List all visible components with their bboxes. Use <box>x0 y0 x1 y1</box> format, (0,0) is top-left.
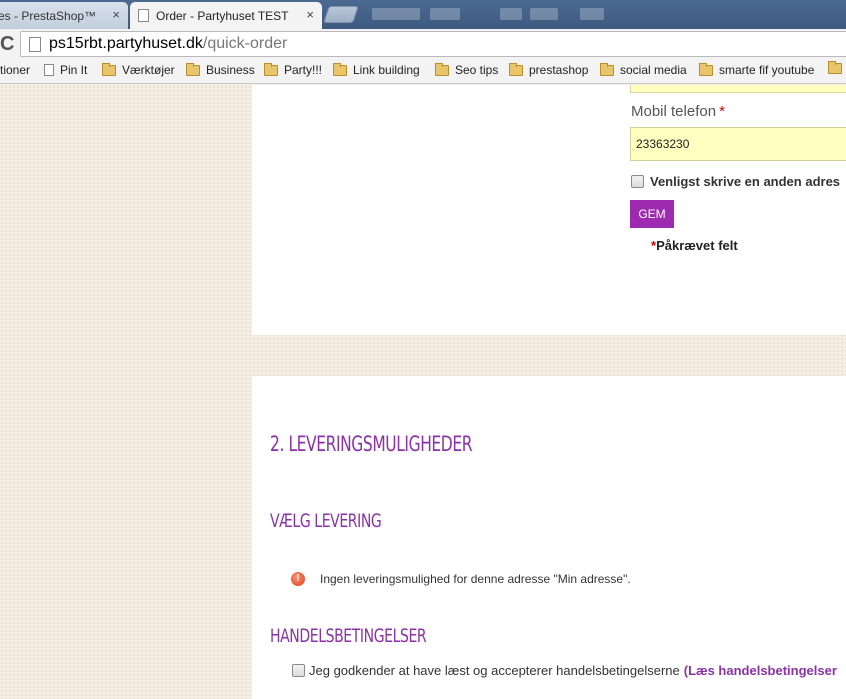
warning-text: Ingen leveringsmulighed for denne adress… <box>320 572 631 586</box>
terms-text: Jeg godkender at have læst og accepterer… <box>309 663 680 678</box>
no-delivery-warning: ! Ingen leveringsmulighed for denne adre… <box>291 572 631 586</box>
folder-icon <box>264 62 278 76</box>
window-controls-blur <box>580 8 604 20</box>
page-icon <box>44 64 54 76</box>
bookmark-label: social media <box>620 63 687 77</box>
folder-icon <box>699 62 713 76</box>
alt-address-option[interactable]: Venligst skrive en anden adres <box>631 174 840 189</box>
bookmark-label: prestashop <box>529 63 589 77</box>
folder-icon <box>435 62 449 76</box>
terms-heading: HANDELSBETINGELSER <box>270 625 427 647</box>
required-note-text: Påkrævet felt <box>656 238 738 253</box>
terms-checkbox[interactable] <box>292 664 305 677</box>
delivery-options-heading: 2. LEVERINGSMULIGHEDER <box>270 432 473 456</box>
browser-toolbar: C ps15rbt.partyhuset.dk/quick-order <box>0 29 846 59</box>
bookmarks-bar: tioner Pin It Værktøjer Business Party!!… <box>0 59 846 84</box>
bookmark-label: Pin It <box>60 63 88 77</box>
url-host: ps15rbt.partyhuset.dk <box>49 35 203 52</box>
window-controls-blur <box>372 8 420 20</box>
bookmark-folder[interactable]: Party!!! <box>264 62 323 77</box>
bookmark-folder[interactable]: Seo tips <box>435 62 499 77</box>
page-icon <box>29 36 41 52</box>
url-path: /quick-order <box>202 35 288 52</box>
page-viewport: Mobil telefon * 23363230 Venligst skrive … <box>0 85 846 699</box>
required-field-note: *Påkrævet felt <box>651 238 738 253</box>
bookmark-label: Party!!! <box>284 63 323 77</box>
close-icon[interactable]: × <box>112 7 120 22</box>
alt-address-label: Venligst skrive en anden adres <box>650 174 841 189</box>
bookmark-folder[interactable]: Business <box>186 62 255 77</box>
bookmark-label: Link building <box>353 63 420 77</box>
window-controls-blur <box>430 8 460 20</box>
previous-input-field[interactable] <box>630 85 846 93</box>
new-tab-button[interactable] <box>323 6 359 23</box>
bookmark-label: tioner <box>0 63 31 77</box>
bookmark-folder[interactable]: Link building <box>333 62 420 77</box>
alt-address-checkbox[interactable] <box>631 175 644 188</box>
bookmark-pin-it[interactable]: Pin It <box>44 63 87 77</box>
mobile-phone-label-text: Mobil telefon <box>631 103 717 120</box>
window-controls-blur <box>500 8 522 20</box>
choose-delivery-heading: VÆLG LEVERING <box>270 510 382 532</box>
bookmark-folder[interactable]: smarte fif youtube <box>699 62 815 77</box>
folder-icon <box>509 62 523 76</box>
required-star: * <box>719 103 725 120</box>
delivery-panel: 2. LEVERINGSMULIGHEDER VÆLG LEVERING ! I… <box>252 376 846 699</box>
terms-acceptance: Jeg godkender at have læst og accepterer… <box>292 663 837 678</box>
bookmark-folder[interactable]: prestashop <box>509 62 589 77</box>
close-icon[interactable]: × <box>306 7 314 22</box>
folder-icon <box>102 62 116 76</box>
mobile-phone-input[interactable]: 23363230 <box>630 127 846 161</box>
browser-tabstrip: es - PrestaShop™ × Order - Partyhuset TE… <box>0 0 846 29</box>
tab-label: es - PrestaShop™ <box>0 8 97 23</box>
bookmark-folder[interactable]: Værktøjer <box>102 62 175 77</box>
bookmark-folder[interactable]: social media <box>600 62 687 77</box>
folder-icon <box>186 62 200 76</box>
warning-icon: ! <box>291 572 305 586</box>
reload-icon[interactable]: C <box>0 33 14 56</box>
tab-prestashop[interactable]: es - PrestaShop™ × <box>0 2 128 29</box>
folder-icon <box>333 62 347 76</box>
address-bar[interactable]: ps15rbt.partyhuset.dk/quick-order <box>20 31 846 57</box>
save-button[interactable]: GEM <box>630 200 674 228</box>
bookmark-item[interactable]: tioner <box>0 63 30 77</box>
tab-order[interactable]: Order - Partyhuset TEST × <box>130 2 322 29</box>
terms-link[interactable]: (Læs handelsbetingelser <box>684 663 837 678</box>
bookmark-folder[interactable] <box>828 61 846 74</box>
bookmark-label: Værktøjer <box>122 63 175 77</box>
page-icon <box>138 9 149 22</box>
tab-label: Order - Partyhuset TEST <box>156 8 289 23</box>
folder-icon <box>828 61 842 74</box>
bookmark-label: Seo tips <box>455 63 499 77</box>
folder-icon <box>600 62 614 76</box>
address-form-panel: Mobil telefon * 23363230 Venligst skrive … <box>252 85 846 335</box>
mobile-phone-label: Mobil telefon * <box>631 103 725 120</box>
bookmark-label: smarte fif youtube <box>719 63 815 77</box>
window-controls-blur <box>530 8 558 20</box>
bookmark-label: Business <box>206 63 255 77</box>
